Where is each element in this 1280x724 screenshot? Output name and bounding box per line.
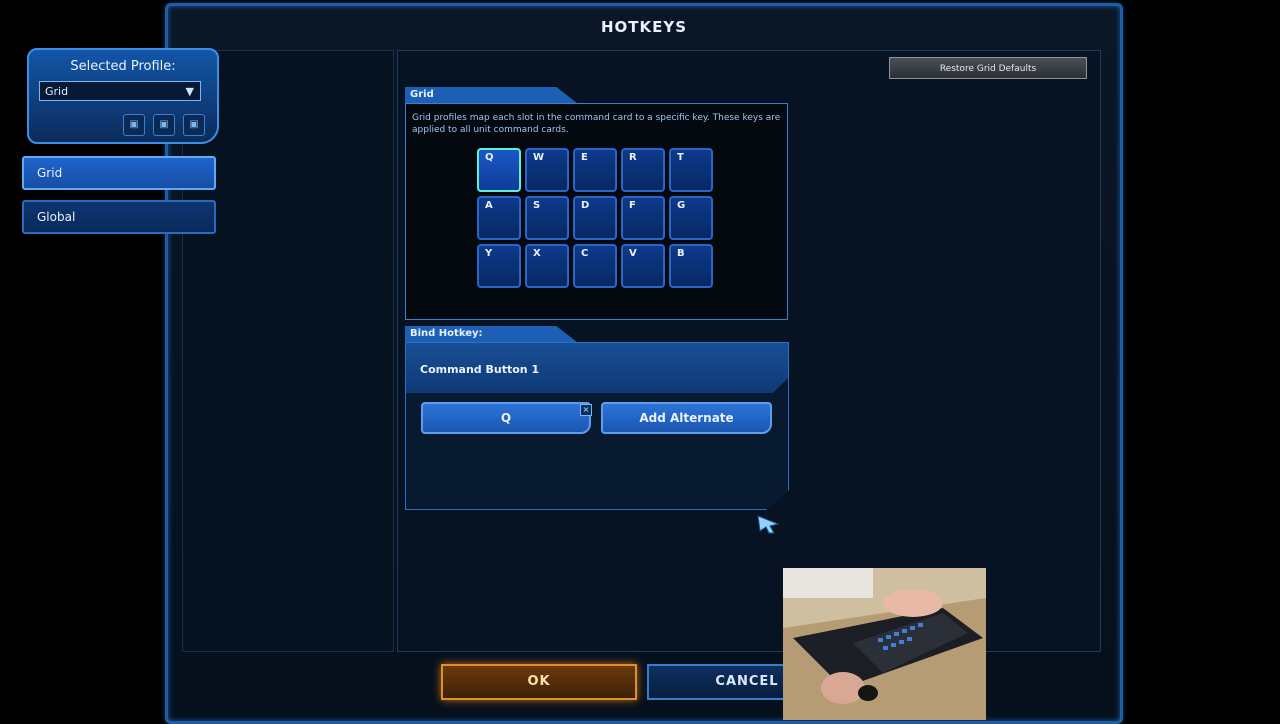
tab-grid: Grid [405,87,577,103]
grid-key-b[interactable]: B [669,244,713,288]
mouse-cursor-icon [757,515,780,534]
profile-dropdown[interactable]: Grid ▼ [39,81,201,101]
grid-key-w[interactable]: W [525,148,569,192]
webcam-overlay [783,568,986,720]
grid-key-a[interactable]: A [477,196,521,240]
sidebar-item-label: Grid [37,166,63,180]
profile-dropdown-value: Grid [45,85,69,98]
grid-key-v[interactable]: V [621,244,665,288]
profile-selector-box: Selected Profile: Grid ▼ ▣ ▣ ▣ [27,48,219,144]
grid-key-s[interactable]: S [525,196,569,240]
profile-label: Selected Profile: [70,59,176,74]
sidebar-item-label: Global [37,210,76,224]
ok-button[interactable]: OK [441,664,637,700]
grid-key-d[interactable]: D [573,196,617,240]
tab-bind-hotkey: Bind Hotkey: [405,326,577,342]
restore-grid-defaults-button[interactable]: Restore Grid Defaults [889,57,1087,79]
add-alternate-button[interactable]: Add Alternate [601,402,772,434]
grid-key-e[interactable]: E [573,148,617,192]
chevron-down-icon: ▼ [185,85,194,98]
grid-key-r[interactable]: R [621,148,665,192]
new-profile-icon[interactable]: ▣ [123,114,145,136]
window-title: HOTKEYS [600,18,688,36]
grid-key-q[interactable]: Q [477,148,521,192]
webcam-image [783,568,986,720]
left-column [182,50,394,652]
grid-description: Grid profiles map each slot in the comma… [412,113,781,135]
delete-profile-icon[interactable]: ▣ [183,114,205,136]
grid-key-g[interactable]: G [669,196,713,240]
grid-key-c[interactable]: C [573,244,617,288]
command-name: Command Button 1 [420,363,540,376]
primary-hotkey-button[interactable]: Q [421,402,591,434]
grid-key-t[interactable]: T [669,148,713,192]
grid-key-y[interactable]: Y [477,244,521,288]
clear-hotkey-icon[interactable]: × [580,404,592,416]
sidebar-item-grid[interactable]: Grid [22,156,216,190]
grid-key-x[interactable]: X [525,244,569,288]
sidebar-item-global[interactable]: Global [22,200,216,234]
grid-key-f[interactable]: F [621,196,665,240]
bind-header: Command Button 1 [406,343,788,393]
copy-profile-icon[interactable]: ▣ [153,114,175,136]
